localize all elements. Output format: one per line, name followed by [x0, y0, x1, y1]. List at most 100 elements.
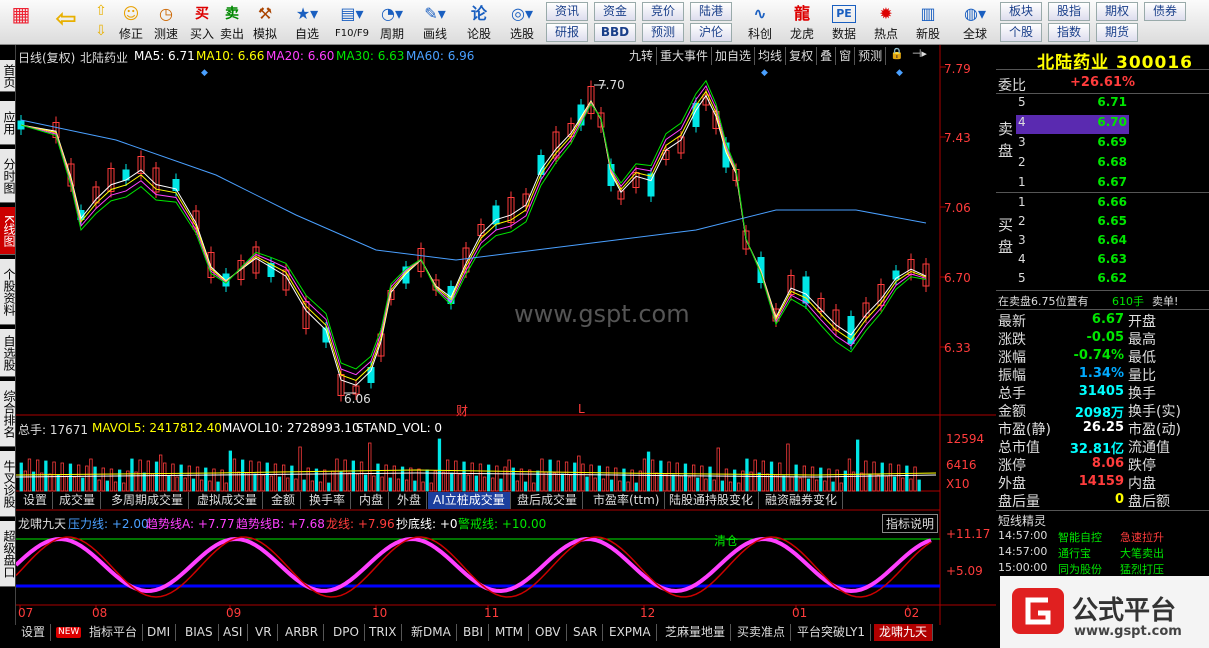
- tab-watchlist[interactable]: 自选股: [0, 329, 16, 377]
- sci-tech-button[interactable]: ∿ 科创: [740, 1, 780, 43]
- new-stock-button[interactable]: ▥ 新股: [910, 1, 946, 43]
- tab-home[interactable]: 首页: [0, 60, 16, 92]
- kline-tool-4[interactable]: 复权: [786, 47, 818, 65]
- elf-time[interactable]: 14:57:00: [998, 545, 1047, 558]
- simulate-button[interactable]: ⚒ 模拟: [250, 1, 280, 43]
- vol-tab-7[interactable]: 外盘: [392, 492, 428, 509]
- tab-ranking[interactable]: 综合排名: [0, 381, 16, 447]
- kline-tool-7[interactable]: 预测: [855, 47, 887, 65]
- elf-stock[interactable]: 智能自控: [1058, 529, 1102, 545]
- bonds-button[interactable]: 债券: [1144, 2, 1186, 21]
- hk-connect-button[interactable]: 陆港: [690, 2, 732, 21]
- indicator-tab-8[interactable]: TRIX: [364, 624, 403, 641]
- elf-stock[interactable]: 同为股份: [1058, 561, 1102, 577]
- buy-level-row[interactable]: 3 6.64: [1016, 233, 1129, 252]
- event-mark[interactable]: L: [578, 402, 585, 416]
- elf-event[interactable]: 急速拉升: [1120, 529, 1164, 545]
- pin-icon[interactable]: ⊣▸: [908, 47, 931, 65]
- indicator-tab-16[interactable]: 买卖准点: [732, 624, 792, 641]
- f10-button[interactable]: ▤▾ F10/F9: [330, 1, 374, 43]
- indicator-tab-12[interactable]: OBV: [530, 624, 567, 641]
- tab-diagnosis[interactable]: 牛叉诊股: [0, 451, 16, 517]
- financial-mark[interactable]: 财: [456, 402, 468, 419]
- forecast-button[interactable]: 预测: [642, 23, 684, 42]
- dragon-tiger-button[interactable]: 龍龙虎: [784, 1, 820, 43]
- vol-tab-12[interactable]: 融资融券变化: [760, 492, 844, 509]
- sector-button[interactable]: 板块: [1000, 2, 1042, 21]
- indicator-tab-18[interactable]: 龙啸九天: [874, 624, 934, 641]
- tab-apps[interactable]: 应用: [0, 101, 16, 145]
- indicator-tab-13[interactable]: SAR: [568, 624, 604, 641]
- sell-level-row[interactable]: 2 6.68: [1016, 155, 1129, 174]
- funds-button[interactable]: 资金: [594, 2, 636, 21]
- vol-tab-2[interactable]: 多周期成交量: [106, 492, 190, 509]
- indicator-tab-11[interactable]: MTM: [490, 624, 530, 641]
- vol-tab-11[interactable]: 陆股通持股变化: [664, 492, 760, 509]
- tab-stock-profile[interactable]: 个股资料: [0, 259, 16, 325]
- indicator-tab-3[interactable]: BIAS: [180, 624, 219, 641]
- vol-tab-3[interactable]: 虚拟成交量: [192, 492, 264, 509]
- vol-tab-0[interactable]: 设置: [18, 492, 54, 509]
- kline-tool-1[interactable]: 重大事件: [657, 47, 713, 65]
- stock-picker-button[interactable]: ◎▾ 选股: [500, 1, 544, 43]
- global-button[interactable]: ◍▾ 全球: [954, 1, 996, 43]
- indicator-tab-14[interactable]: EXPMA: [604, 624, 657, 641]
- indicator-tab-2[interactable]: DMI: [142, 624, 177, 641]
- buy-level-row[interactable]: 4 6.63: [1016, 252, 1129, 271]
- up-down-arrow-icon[interactable]: ⇧ ⇩: [88, 1, 114, 43]
- sell-level-row[interactable]: 4 6.70: [1016, 115, 1129, 134]
- indicator-tab-1[interactable]: 指标平台: [84, 624, 144, 641]
- research-button[interactable]: 研报: [546, 23, 588, 42]
- vol-tab-5[interactable]: 换手率: [304, 492, 352, 509]
- shanghai-london-button[interactable]: 沪伦: [690, 23, 732, 42]
- sell-level-row[interactable]: 3 6.69: [1016, 135, 1129, 154]
- indicator-help-button[interactable]: 指标说明: [882, 514, 939, 533]
- indicator-tab-7[interactable]: DPO: [328, 624, 365, 641]
- indicator-tab-17[interactable]: 平台突破LY1: [792, 624, 872, 641]
- period-button[interactable]: ◔▾ 周期: [372, 1, 412, 43]
- buy-button[interactable]: 买买入: [188, 1, 216, 43]
- indicator-tab-9[interactable]: 新DMA: [406, 624, 457, 641]
- discuss-stock-button[interactable]: 论论股: [462, 1, 496, 43]
- options-button[interactable]: 期权: [1096, 2, 1138, 21]
- kline-tool-6[interactable]: 窗: [836, 47, 856, 65]
- tab-super-handicap[interactable]: 超级盘口: [0, 521, 16, 587]
- elf-event[interactable]: 大笔卖出: [1120, 545, 1164, 561]
- tab-kline[interactable]: K线图: [0, 207, 16, 255]
- vol-tab-10[interactable]: 市盈率(ttm): [588, 492, 666, 509]
- back-arrow-icon[interactable]: ⇦: [46, 1, 86, 43]
- elf-time[interactable]: 14:57:00: [998, 529, 1047, 542]
- elf-stock[interactable]: 通行宝: [1058, 545, 1091, 561]
- buy-level-row[interactable]: 1 6.66: [1016, 195, 1129, 214]
- indicator-tab-15[interactable]: 芝麻量地量: [660, 624, 732, 641]
- sell-level-row[interactable]: 5 6.71: [1016, 95, 1129, 114]
- indicator-tab-10[interactable]: BBI: [458, 624, 490, 641]
- indicator-tab-6[interactable]: ARBR: [280, 624, 325, 641]
- draw-line-button[interactable]: ✎▾ 画线: [415, 1, 455, 43]
- indicator-tab-5[interactable]: VR: [250, 624, 278, 641]
- vol-tab-4[interactable]: 金额: [266, 492, 302, 509]
- vol-tab-8[interactable]: AI立桩成交量: [428, 492, 511, 509]
- vol-tab-1[interactable]: 成交量: [54, 492, 102, 509]
- tab-intraday[interactable]: 分时图: [0, 149, 16, 203]
- individual-stock-button[interactable]: 个股: [1000, 23, 1042, 42]
- indicator-tab-0[interactable]: 设置: [16, 624, 52, 641]
- kline-tool-2[interactable]: 加自选: [712, 47, 756, 65]
- kline-tool-5[interactable]: 叠: [817, 47, 837, 65]
- buy-level-row[interactable]: 2 6.65: [1016, 214, 1129, 233]
- index-futures-button[interactable]: 股指: [1048, 2, 1090, 21]
- bbd-button[interactable]: BBD: [594, 23, 636, 42]
- data-button[interactable]: PE 数据: [826, 1, 862, 43]
- hot-spot-button[interactable]: ✹ 热点: [868, 1, 904, 43]
- vol-tab-9[interactable]: 盘后成交量: [512, 492, 584, 509]
- news-button[interactable]: 资讯: [546, 2, 588, 21]
- windows-logo-icon[interactable]: ▦: [2, 1, 40, 43]
- sell-button[interactable]: 卖卖出: [218, 1, 246, 43]
- fix-button[interactable]: ☺ 修正: [115, 1, 147, 43]
- vol-tab-6[interactable]: 内盘: [354, 492, 390, 509]
- kline-tool-3[interactable]: 均线: [755, 47, 787, 65]
- buy-level-row[interactable]: 5 6.62: [1016, 271, 1129, 290]
- index-button[interactable]: 指数: [1048, 23, 1090, 42]
- elf-time[interactable]: 15:00:00: [998, 561, 1047, 574]
- indicator-tab-4[interactable]: ASI: [218, 624, 249, 641]
